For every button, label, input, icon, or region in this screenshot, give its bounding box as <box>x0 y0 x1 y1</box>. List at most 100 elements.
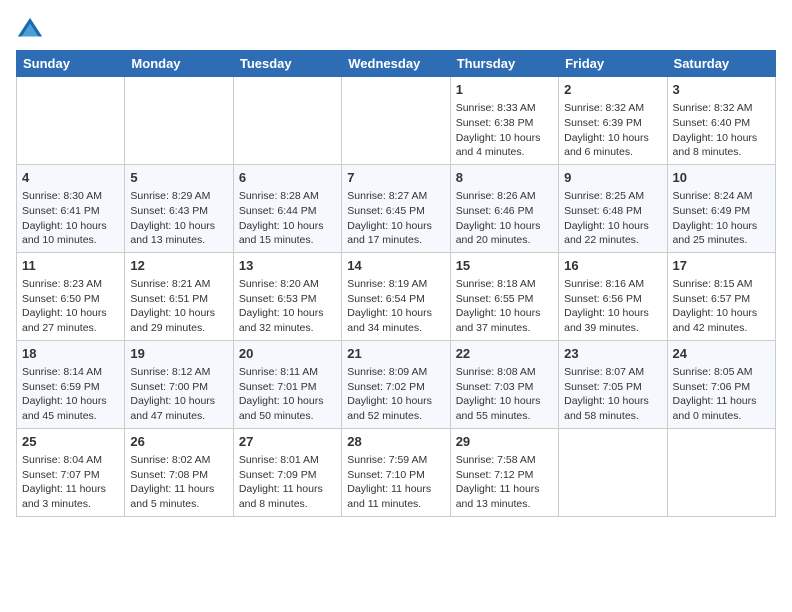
day-number: 18 <box>22 345 119 363</box>
day-number: 9 <box>564 169 661 187</box>
sunset-text: Sunset: 6:48 PM <box>564 205 642 217</box>
day-number: 14 <box>347 257 444 275</box>
weekday-header-monday: Monday <box>125 51 233 77</box>
calendar-cell: 9Sunrise: 8:25 AMSunset: 6:48 PMDaylight… <box>559 164 667 252</box>
sunrise-text: Sunrise: 8:28 AM <box>239 190 319 202</box>
calendar-cell <box>667 428 775 516</box>
sunrise-text: Sunrise: 8:05 AM <box>673 366 753 378</box>
sunset-text: Sunset: 6:45 PM <box>347 205 425 217</box>
sunrise-text: Sunrise: 8:14 AM <box>22 366 102 378</box>
day-number: 26 <box>130 433 227 451</box>
page-container: SundayMondayTuesdayWednesdayThursdayFrid… <box>16 16 776 517</box>
daylight-text: Daylight: 10 hours and 55 minutes. <box>456 395 541 422</box>
sunset-text: Sunset: 6:49 PM <box>673 205 751 217</box>
calendar-week-row: 1 Sunrise: 8:33 AM Sunset: 6:38 PM Daylight… <box>17 77 776 165</box>
calendar-cell: 17Sunrise: 8:15 AMSunset: 6:57 PMDayligh… <box>667 252 775 340</box>
weekday-header-friday: Friday <box>559 51 667 77</box>
weekday-header-sunday: Sunday <box>17 51 125 77</box>
daylight-text: Daylight: 10 hours and 58 minutes. <box>564 395 649 422</box>
calendar-cell: 8Sunrise: 8:26 AMSunset: 6:46 PMDaylight… <box>450 164 558 252</box>
calendar-cell: 28Sunrise: 7:59 AMSunset: 7:10 PMDayligh… <box>342 428 450 516</box>
sunset-text: Sunset: 6:54 PM <box>347 293 425 305</box>
sunrise-text: Sunrise: 8:09 AM <box>347 366 427 378</box>
daylight-text: Daylight: 10 hours and 32 minutes. <box>239 307 324 334</box>
sunset-text: Sunset: 6:44 PM <box>239 205 317 217</box>
daylight-text: Daylight: 11 hours and 3 minutes. <box>22 483 106 510</box>
weekday-header-wednesday: Wednesday <box>342 51 450 77</box>
day-number: 3 <box>673 81 770 99</box>
day-number: 10 <box>673 169 770 187</box>
sunset-text: Sunset: 6:39 PM <box>564 117 642 129</box>
sunset-text: Sunset: 7:10 PM <box>347 469 425 481</box>
calendar-cell: 4Sunrise: 8:30 AMSunset: 6:41 PMDaylight… <box>17 164 125 252</box>
daylight-text: Daylight: 10 hours and 25 minutes. <box>673 220 758 247</box>
sunrise-text: Sunrise: 8:33 AM <box>456 102 536 114</box>
calendar-cell: 12Sunrise: 8:21 AMSunset: 6:51 PMDayligh… <box>125 252 233 340</box>
daylight-text: Daylight: 10 hours and 6 minutes. <box>564 132 649 159</box>
daylight-text: Daylight: 10 hours and 13 minutes. <box>130 220 215 247</box>
daylight-text: Daylight: 11 hours and 13 minutes. <box>456 483 540 510</box>
calendar-table: SundayMondayTuesdayWednesdayThursdayFrid… <box>16 50 776 517</box>
sunrise-text: Sunrise: 7:58 AM <box>456 454 536 466</box>
sunset-text: Sunset: 7:05 PM <box>564 381 642 393</box>
day-number: 16 <box>564 257 661 275</box>
day-number: 13 <box>239 257 336 275</box>
calendar-cell <box>125 77 233 165</box>
day-number: 6 <box>239 169 336 187</box>
sunset-text: Sunset: 7:02 PM <box>347 381 425 393</box>
day-number: 24 <box>673 345 770 363</box>
day-number: 1 <box>456 81 553 99</box>
sunrise-text: Sunrise: 8:04 AM <box>22 454 102 466</box>
calendar-cell: 29Sunrise: 7:58 AMSunset: 7:12 PMDayligh… <box>450 428 558 516</box>
day-number: 28 <box>347 433 444 451</box>
sunrise-text: Sunrise: 8:07 AM <box>564 366 644 378</box>
sunrise-text: Sunrise: 8:29 AM <box>130 190 210 202</box>
day-number: 20 <box>239 345 336 363</box>
sunrise-text: Sunrise: 8:15 AM <box>673 278 753 290</box>
sunrise-text: Sunrise: 8:21 AM <box>130 278 210 290</box>
sunset-text: Sunset: 7:07 PM <box>22 469 100 481</box>
sunset-text: Sunset: 6:41 PM <box>22 205 100 217</box>
sunrise-text: Sunrise: 8:24 AM <box>673 190 753 202</box>
daylight-text: Daylight: 10 hours and 27 minutes. <box>22 307 107 334</box>
sunset-text: Sunset: 6:57 PM <box>673 293 751 305</box>
day-number: 12 <box>130 257 227 275</box>
sunset-text: Sunset: 7:00 PM <box>130 381 208 393</box>
weekday-header-thursday: Thursday <box>450 51 558 77</box>
calendar-cell: 7Sunrise: 8:27 AMSunset: 6:45 PMDaylight… <box>342 164 450 252</box>
day-number: 2 <box>564 81 661 99</box>
sunset-text: Sunset: 6:50 PM <box>22 293 100 305</box>
calendar-cell: 22Sunrise: 8:08 AMSunset: 7:03 PMDayligh… <box>450 340 558 428</box>
calendar-week-row: 4Sunrise: 8:30 AMSunset: 6:41 PMDaylight… <box>17 164 776 252</box>
daylight-text: Daylight: 10 hours and 39 minutes. <box>564 307 649 334</box>
sunrise-text: Sunrise: 8:19 AM <box>347 278 427 290</box>
logo-icon <box>16 16 44 44</box>
daylight-text: Daylight: 11 hours and 5 minutes. <box>130 483 214 510</box>
day-number: 21 <box>347 345 444 363</box>
sunset-text: Sunset: 6:40 PM <box>673 117 751 129</box>
day-number: 5 <box>130 169 227 187</box>
daylight-text: Daylight: 10 hours and 20 minutes. <box>456 220 541 247</box>
sunrise-text: Sunrise: 8:23 AM <box>22 278 102 290</box>
calendar-cell: 2Sunrise: 8:32 AMSunset: 6:39 PMDaylight… <box>559 77 667 165</box>
sunrise-text: Sunrise: 8:20 AM <box>239 278 319 290</box>
sunrise-text: Sunrise: 8:32 AM <box>673 102 753 114</box>
calendar-cell: 6Sunrise: 8:28 AMSunset: 6:44 PMDaylight… <box>233 164 341 252</box>
calendar-cell <box>342 77 450 165</box>
sunrise-text: Sunrise: 8:30 AM <box>22 190 102 202</box>
calendar-cell: 21Sunrise: 8:09 AMSunset: 7:02 PMDayligh… <box>342 340 450 428</box>
calendar-week-row: 18Sunrise: 8:14 AMSunset: 6:59 PMDayligh… <box>17 340 776 428</box>
calendar-cell: 19Sunrise: 8:12 AMSunset: 7:00 PMDayligh… <box>125 340 233 428</box>
sunset-text: Sunset: 6:38 PM <box>456 117 534 129</box>
daylight-text: Daylight: 10 hours and 37 minutes. <box>456 307 541 334</box>
logo <box>16 16 48 44</box>
calendar-cell: 1 Sunrise: 8:33 AM Sunset: 6:38 PM Daylight… <box>450 77 558 165</box>
daylight-text: Daylight: 11 hours and 11 minutes. <box>347 483 431 510</box>
sunset-text: Sunset: 6:43 PM <box>130 205 208 217</box>
daylight-text: Daylight: 10 hours and 17 minutes. <box>347 220 432 247</box>
calendar-cell: 14Sunrise: 8:19 AMSunset: 6:54 PMDayligh… <box>342 252 450 340</box>
daylight-text: Daylight: 10 hours and 4 minutes. <box>456 132 541 159</box>
calendar-cell: 23Sunrise: 8:07 AMSunset: 7:05 PMDayligh… <box>559 340 667 428</box>
sunset-text: Sunset: 7:12 PM <box>456 469 534 481</box>
calendar-cell: 24Sunrise: 8:05 AMSunset: 7:06 PMDayligh… <box>667 340 775 428</box>
